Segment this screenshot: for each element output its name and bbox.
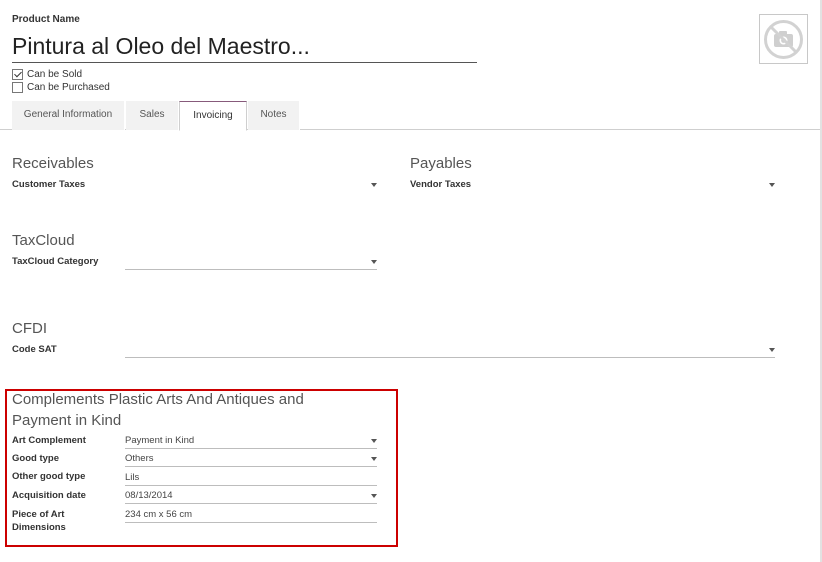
art-complement-select[interactable]: Payment in Kind [125,434,377,449]
art-complement-label: Art Complement [12,435,86,446]
piece-dimensions-label-line1: Piece of Art [12,509,65,520]
art-complement-value: Payment in Kind [125,435,195,446]
payables-title: Payables [410,155,472,172]
can-be-sold-row: Can be Sold [12,68,82,80]
product-name-label: Product Name [12,14,80,25]
can-be-purchased-label: Can be Purchased [27,81,110,93]
piece-dimensions-input[interactable]: 234 cm x 56 cm [125,508,377,523]
code-sat-field[interactable] [125,343,775,358]
receivables-title: Receivables [12,155,94,172]
taxcloud-title: TaxCloud [12,232,75,249]
good-type-label: Good type [12,453,59,464]
acquisition-date-input[interactable]: 08/13/2014 [125,489,377,504]
product-image-upload[interactable] [759,14,808,64]
taxcloud-category-field[interactable] [125,255,377,270]
customer-taxes-field[interactable] [125,178,377,193]
camera-slash-icon [764,20,803,59]
chevron-down-icon [371,439,377,443]
can-be-purchased-checkbox[interactable] [12,81,23,93]
form-tabs: General Information Sales Invoicing Note… [0,101,820,131]
tab-invoicing[interactable]: Invoicing [179,101,247,131]
piece-dimensions-label-line2: Dimensions [12,522,66,533]
product-name-input[interactable]: Pintura al Oleo del Maestro... [12,30,477,63]
chevron-down-icon [371,183,377,187]
good-type-value: Others [125,453,154,464]
other-good-type-input[interactable]: Lils [125,471,377,486]
other-good-type-value: Lils [125,472,140,483]
vendor-taxes-field[interactable] [523,178,775,193]
cfdi-title: CFDI [12,320,47,337]
chevron-down-icon [769,183,775,187]
piece-dimensions-value: 234 cm x 56 cm [125,509,193,520]
tab-notes[interactable]: Notes [248,101,300,130]
acquisition-date-label: Acquisition date [12,490,86,501]
complements-title-line1: Complements Plastic Arts And Antiques an… [12,391,304,408]
code-sat-label: Code SAT [12,344,57,355]
acquisition-date-value: 08/13/2014 [125,490,173,501]
chevron-down-icon [371,494,377,498]
can-be-sold-label: Can be Sold [27,68,83,80]
can-be-purchased-row: Can be Purchased [12,81,110,93]
can-be-sold-checkbox[interactable] [12,68,23,80]
good-type-select[interactable]: Others [125,452,377,467]
vendor-taxes-label: Vendor Taxes [410,179,472,190]
tab-sales[interactable]: Sales [126,101,179,130]
chevron-down-icon [371,260,377,264]
customer-taxes-label: Customer Taxes [12,179,86,190]
taxcloud-category-label: TaxCloud Category [12,256,99,267]
tab-general-information[interactable]: General Information [12,101,125,130]
complements-title-line2: Payment in Kind [12,412,122,429]
chevron-down-icon [371,457,377,461]
other-good-type-label: Other good type [12,471,86,482]
chevron-down-icon [769,348,775,352]
